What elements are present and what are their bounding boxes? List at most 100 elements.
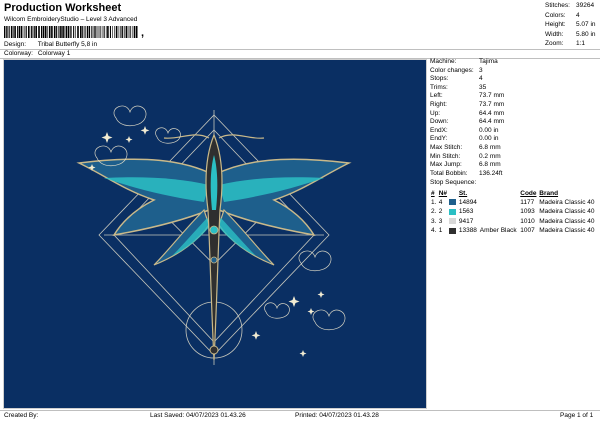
barcode-bar <box>129 26 131 38</box>
table-header: # N# St. Code Brand <box>430 189 598 198</box>
barcode-bar <box>5 26 7 38</box>
barcode-bar <box>28 26 30 38</box>
table-row: 1. 4 14894 1177 Madeira Classic 40 <box>430 198 598 208</box>
cell-num: 2. <box>431 208 437 216</box>
cell-needle: 3 <box>438 217 443 225</box>
butterfly-figure <box>76 133 352 361</box>
barcode-bar <box>7 26 8 38</box>
barcode-bar <box>58 26 60 38</box>
barcode-bar <box>38 26 40 38</box>
barcode-bar <box>22 26 24 38</box>
prop-endx: EndX: 0.00 in <box>430 126 499 134</box>
barcode-bar <box>109 26 111 38</box>
barcode-bar <box>48 26 51 38</box>
cell-swatch <box>448 227 457 237</box>
last-saved: Last Saved: 04/07/2023 01.43.26 <box>150 412 246 419</box>
cell-num: 4. <box>431 227 437 235</box>
barcode-bar <box>8 26 10 38</box>
cell-code: 1010 <box>520 217 535 225</box>
barcode-bar <box>80 26 82 38</box>
cell-stitches: 1563 <box>458 208 474 216</box>
prop-color-changes: Color changes: 3 <box>430 66 483 74</box>
prop-down: Down: 64.4 mm <box>430 118 505 126</box>
cell-code: 1093 <box>520 208 535 216</box>
barcode-bar <box>25 26 27 38</box>
barcode-bar <box>4 26 6 38</box>
barcode-bar <box>14 26 16 38</box>
cell-brand: Madeira Classic 40 <box>539 227 595 235</box>
prop-left: Left: 73.7 mm <box>430 92 505 100</box>
barcode-bar <box>124 26 125 38</box>
barcode-bar <box>91 26 93 38</box>
barcode-bar <box>32 26 34 38</box>
barcode-bar <box>105 26 107 38</box>
created-by: Created By: <box>4 412 39 419</box>
cell-stitches: 14894 <box>458 198 477 206</box>
barcode-bar <box>135 26 138 38</box>
barcode-bar <box>77 26 79 38</box>
barcode-bar <box>60 26 62 38</box>
color-swatch <box>449 227 457 234</box>
barcode-bar <box>21 26 23 38</box>
table-row: 3. 3 9417 1010 Madeira Classic 40 <box>430 217 598 227</box>
barcode-bar <box>73 26 75 38</box>
cell-color-name <box>479 217 519 227</box>
barcode-bar <box>103 26 105 38</box>
color-swatch <box>449 218 457 225</box>
barcode-bar <box>10 26 13 38</box>
barcode-bar <box>24 26 26 38</box>
barcode-bar <box>75 26 76 38</box>
stop-sequence-title: Stop Sequence: <box>430 179 477 187</box>
divider <box>0 49 600 50</box>
cell-swatch <box>448 198 457 208</box>
design-info: Design: Tribal Butterfly 5,8 in <box>4 41 97 49</box>
barcode-bar <box>114 26 115 38</box>
cell-swatch <box>448 217 457 227</box>
barcode-bar <box>62 26 64 38</box>
barcode-bar <box>118 26 120 38</box>
barcode-bar <box>13 26 14 38</box>
barcode-bar <box>93 26 95 38</box>
cell-swatch <box>448 208 457 218</box>
barcode-bar <box>98 26 100 38</box>
page-number: Page 1 of 1 <box>560 412 594 419</box>
barcode-bar <box>69 26 71 38</box>
barcode-bar <box>71 26 72 38</box>
color-swatch <box>449 208 457 215</box>
barcode-bar <box>125 26 128 38</box>
col-header-num: # <box>431 189 435 197</box>
cell-brand: Madeira Classic 40 <box>539 198 595 206</box>
stat-zoom: Zoom: 1:1 <box>545 40 586 48</box>
machine-info-panel: Machine: Tajima Color changes: 3 Stops: 4 T… <box>430 58 598 237</box>
colorway-info: Colorway: Colorway 1 <box>4 50 71 58</box>
col-header-stitches: St. <box>458 189 468 197</box>
barcode-bar <box>33 26 35 38</box>
col-header-n: N# <box>438 189 448 197</box>
barcode-bar <box>44 26 47 38</box>
colorway-value: Colorway 1 <box>37 50 71 57</box>
cell-num: 3. <box>431 217 437 225</box>
barcode-bar <box>133 26 136 38</box>
cell-needle: 4 <box>438 198 443 206</box>
barcode-bar <box>53 26 56 38</box>
barcode-bar <box>112 26 113 38</box>
col-header-name <box>479 189 519 198</box>
barcode-bar <box>127 26 129 38</box>
barcode-bar <box>122 26 124 38</box>
barcode-bar <box>131 26 133 38</box>
barcode-bar <box>18 26 21 38</box>
prop-stops: Stops: 4 <box>430 75 483 83</box>
barcode-bar <box>95 26 97 38</box>
cell-stitches: 13388 <box>458 227 477 235</box>
cell-code: 1177 <box>520 198 535 206</box>
cell-needle: 2 <box>438 208 443 216</box>
table-row: 2. 2 1563 1093 Madeira Classic 40 <box>430 208 598 218</box>
barcode-bar <box>84 26 86 38</box>
prop-right: Right: 73.7 mm <box>430 100 505 108</box>
cell-needle: 1 <box>438 227 443 235</box>
barcode-bar <box>42 26 45 38</box>
design-preview <box>3 59 427 409</box>
barcode-bar <box>115 26 118 38</box>
barcode-bar <box>41 26 43 38</box>
barcode <box>4 26 138 38</box>
